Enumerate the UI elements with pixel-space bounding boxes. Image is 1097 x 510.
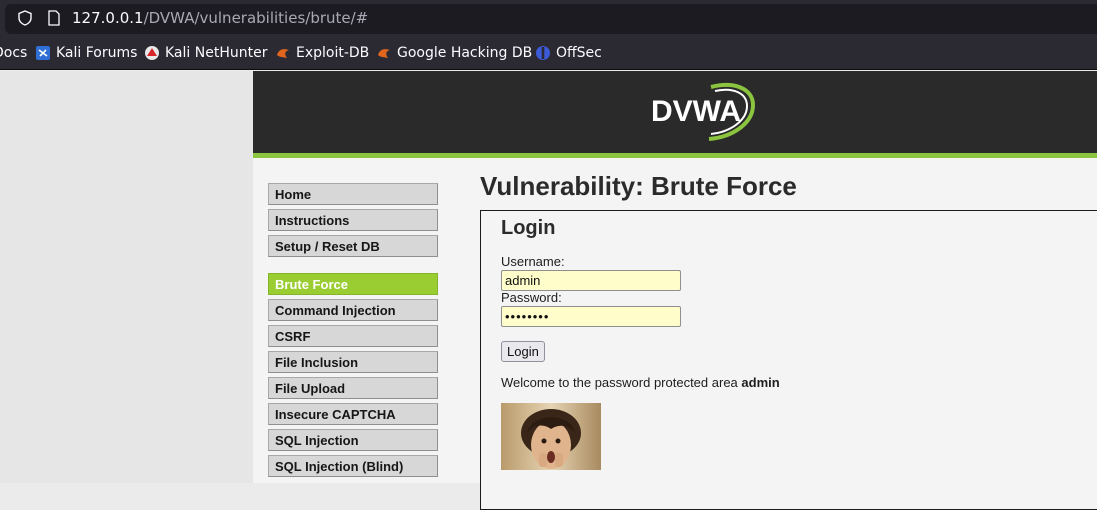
- browser-url-bar: 127.0.0.1/DVWA/vulnerabilities/brute/#: [0, 0, 1097, 37]
- menu-item-csrf[interactable]: CSRF: [268, 325, 438, 347]
- dvwa-header: DVWA: [253, 71, 1097, 158]
- page-title: Vulnerability: Brute Force: [480, 171, 797, 201]
- kali-nethunter-icon: [145, 46, 159, 60]
- bookmark-docs[interactable]: Docs: [0, 45, 27, 61]
- bookmarks-bar: Docs Kali Forums Kali NetHunter Exploit-…: [0, 37, 1097, 70]
- login-heading: Login: [501, 217, 556, 239]
- bookmark-label: Kali Forums: [56, 45, 138, 61]
- kali-forums-icon: [36, 46, 50, 60]
- page-viewport: DVWA Home Instructions Setup / Reset DB …: [0, 71, 1097, 510]
- menu-spacer: [268, 261, 438, 273]
- main-body: Vulnerability: Brute Force Login Usernam…: [480, 171, 1097, 510]
- bookmark-label: Exploit-DB: [296, 45, 370, 61]
- login-button[interactable]: Login: [501, 341, 545, 362]
- menu-item-file-inclusion[interactable]: File Inclusion: [268, 351, 438, 373]
- exploit-db-icon: [277, 49, 289, 58]
- welcome-message: Welcome to the password protected area a…: [501, 375, 780, 390]
- menu-item-setup-reset-db[interactable]: Setup / Reset DB: [268, 235, 438, 257]
- bookmark-kali-nethunter[interactable]: Kali NetHunter: [144, 45, 267, 61]
- dvwa-logo[interactable]: DVWA: [649, 79, 759, 143]
- bookmark-exploit-db[interactable]: Exploit-DB: [275, 45, 369, 61]
- bookmark-google-hacking-db[interactable]: Google Hacking DB: [376, 45, 532, 61]
- password-label: Password:: [501, 290, 562, 305]
- welcome-text: Welcome to the password protected area: [501, 375, 738, 390]
- bookmark-label: Docs: [0, 45, 28, 61]
- user-avatar-image: [501, 403, 601, 470]
- menu-item-sql-injection[interactable]: SQL Injection: [268, 429, 438, 451]
- bookmark-label: OffSec: [556, 45, 602, 61]
- menu-item-home[interactable]: Home: [268, 183, 438, 205]
- url-path: /DVWA/vulnerabilities/brute/#: [143, 9, 369, 27]
- username-field[interactable]: admin: [501, 270, 681, 291]
- menu-item-command-injection[interactable]: Command Injection: [268, 299, 438, 321]
- menu-item-instructions[interactable]: Instructions: [268, 209, 438, 231]
- logo-text: DVWA: [651, 95, 741, 128]
- bookmark-offsec[interactable]: OffSec: [535, 45, 602, 61]
- menu-item-brute-force[interactable]: Brute Force: [268, 273, 438, 295]
- bookmark-label: Kali NetHunter: [165, 45, 268, 61]
- page-icon: [48, 10, 60, 26]
- menu-item-sql-injection-blind[interactable]: SQL Injection (Blind): [268, 455, 438, 477]
- bookmark-kali-forums[interactable]: Kali Forums: [35, 45, 137, 61]
- google-hacking-db-icon: [378, 49, 390, 58]
- welcome-user: admin: [741, 375, 780, 390]
- url-text[interactable]: 127.0.0.1/DVWA/vulnerabilities/brute/#: [72, 9, 368, 27]
- menu-item-insecure-captcha[interactable]: Insecure CAPTCHA: [268, 403, 438, 425]
- dvwa-container: DVWA Home Instructions Setup / Reset DB …: [253, 71, 1097, 510]
- bookmark-label: Google Hacking DB: [397, 45, 533, 61]
- offsec-icon: [536, 46, 550, 60]
- username-label: Username:: [501, 254, 565, 269]
- vulnerable-code-area: Login Username: admin Password: ••••••••…: [480, 210, 1097, 510]
- main-menu: Home Instructions Setup / Reset DB Brute…: [268, 183, 438, 481]
- password-field[interactable]: ••••••••: [501, 306, 681, 327]
- shield-icon[interactable]: [17, 10, 33, 26]
- menu-item-file-upload[interactable]: File Upload: [268, 377, 438, 399]
- url-host: 127.0.0.1: [72, 9, 144, 27]
